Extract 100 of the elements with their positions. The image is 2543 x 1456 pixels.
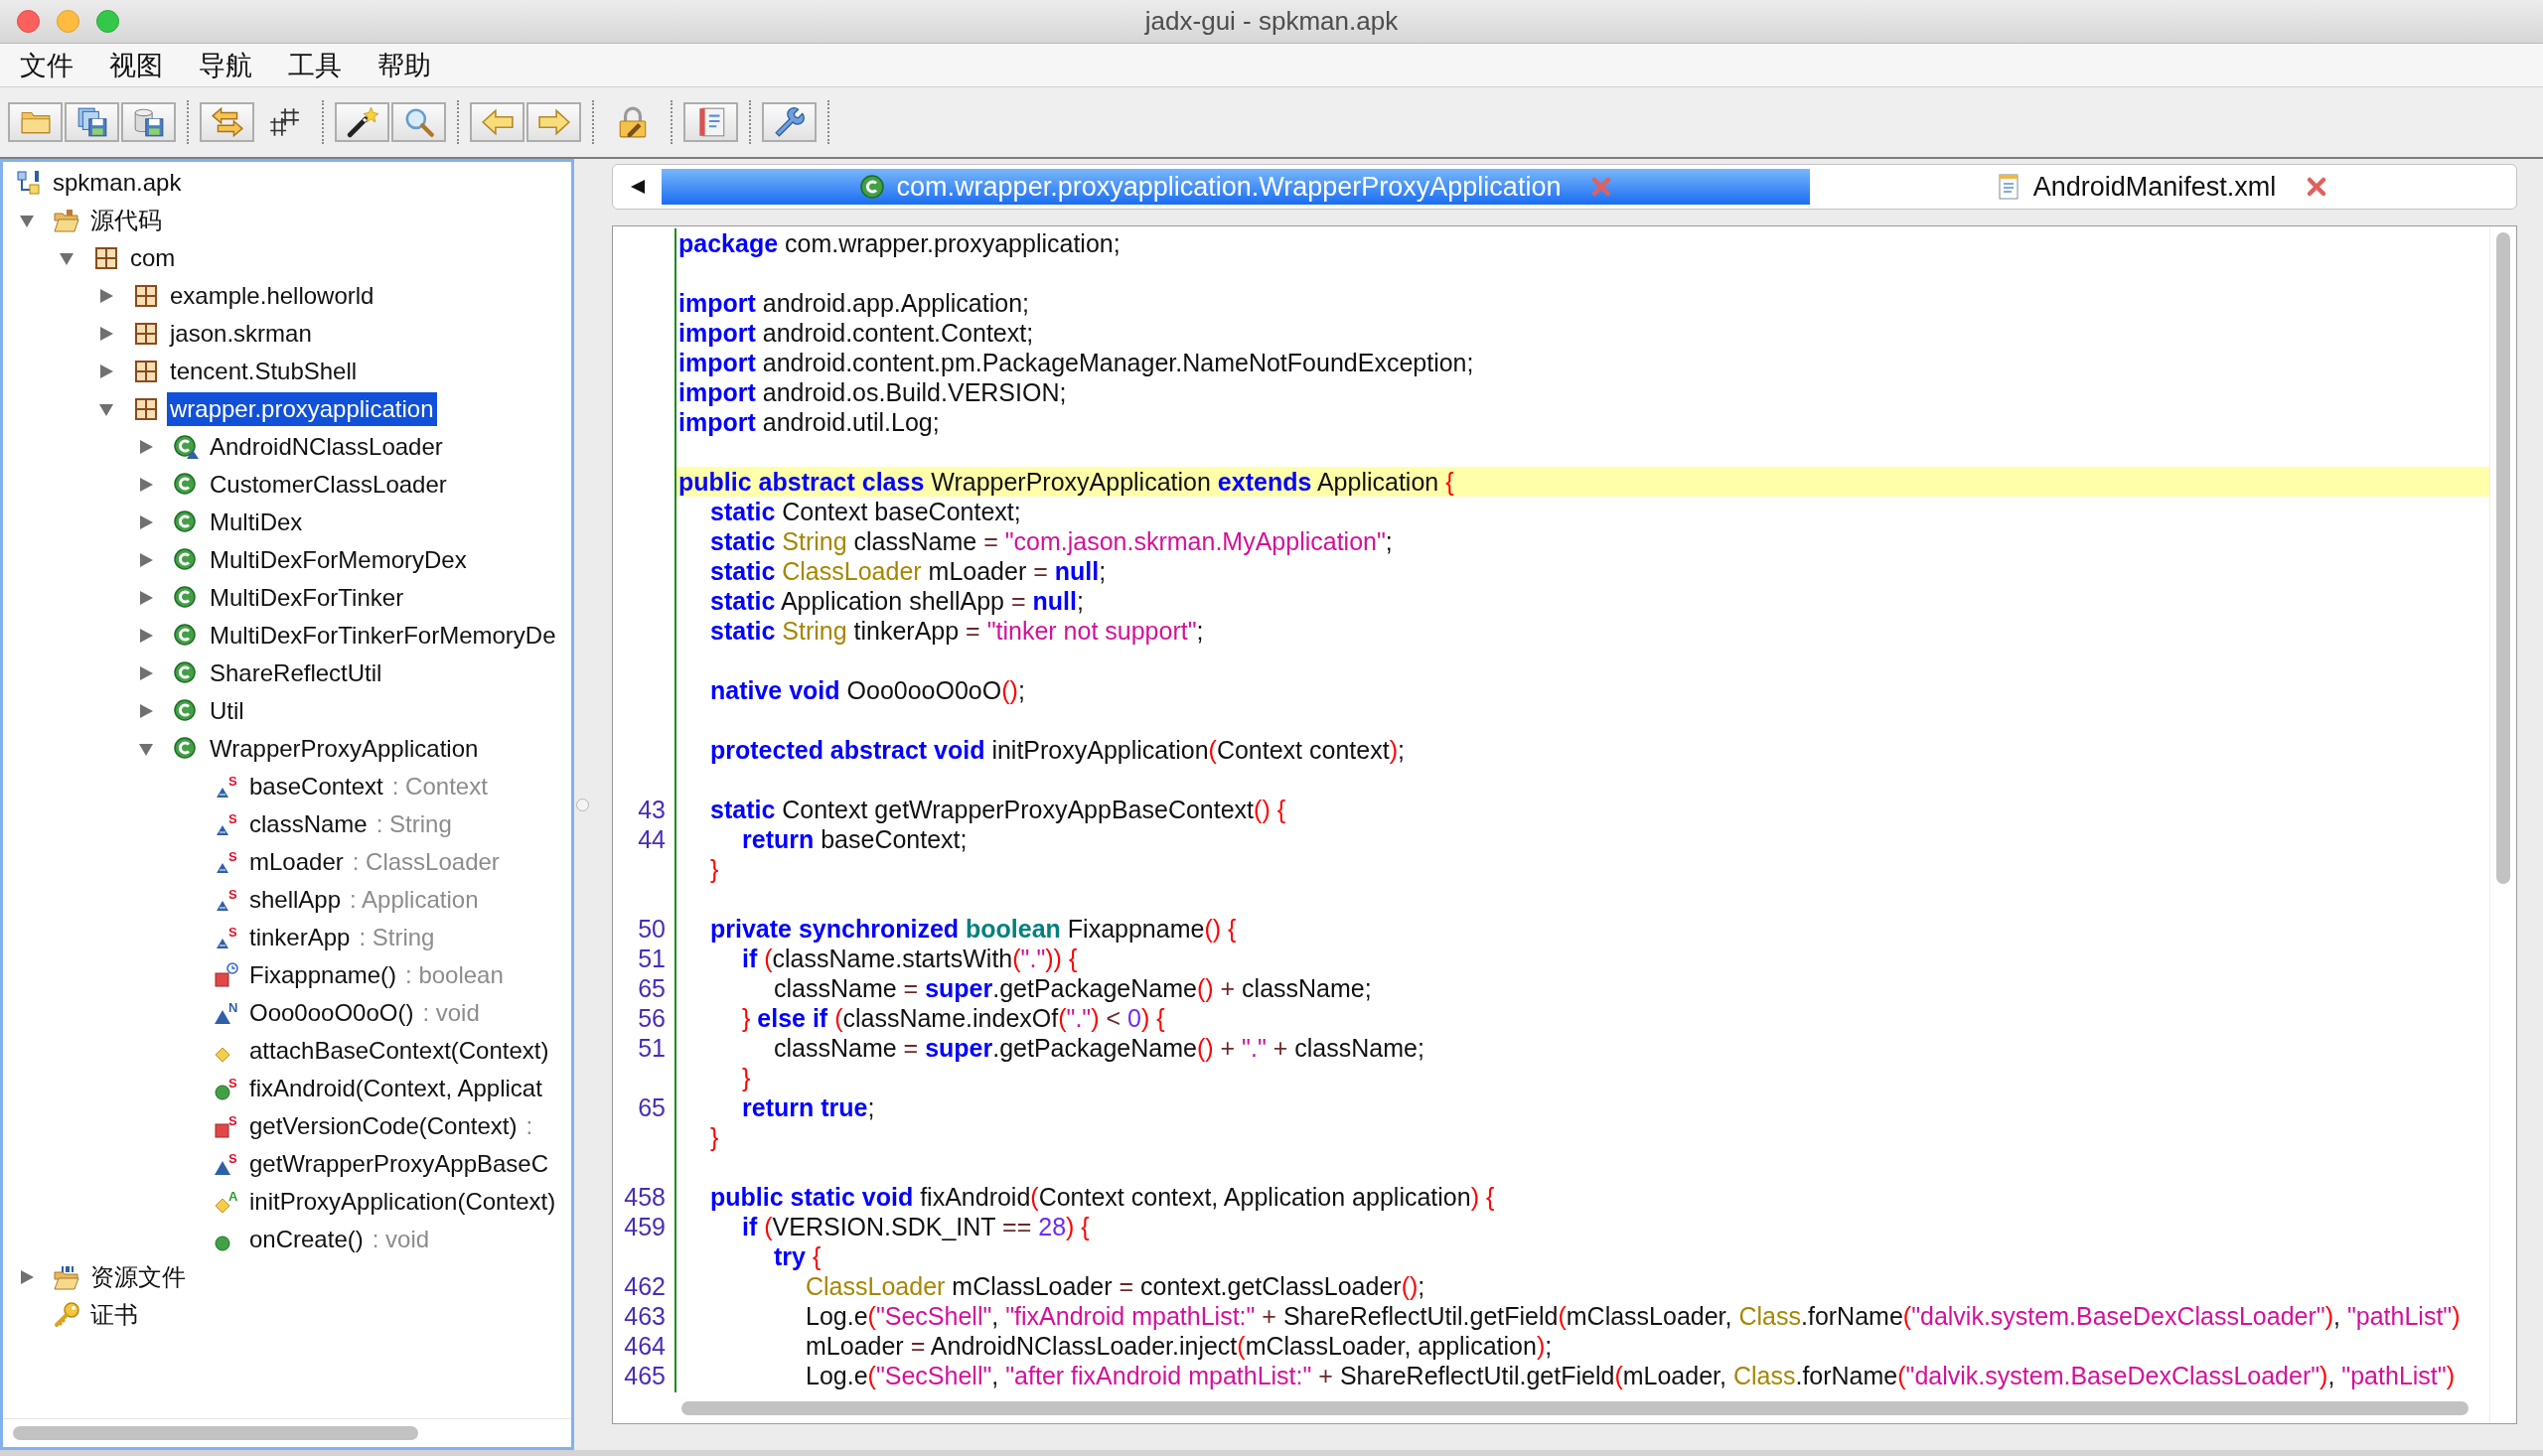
tree-item[interactable]: className <box>246 807 371 841</box>
tree-item[interactable]: attachBaseContext(Context) <box>246 1034 552 1068</box>
tree-item[interactable]: MultiDexForMemoryDex <box>207 543 470 577</box>
tree-item[interactable]: MultiDex <box>207 506 306 539</box>
disclosure-triangle-icon[interactable] <box>138 628 154 644</box>
class-icon <box>173 660 199 686</box>
class-icon <box>173 434 199 460</box>
menu-item[interactable]: 文件 <box>2 44 91 86</box>
tree-item[interactable]: CustomerClassLoader <box>207 468 450 502</box>
tree-item[interactable]: example.helloworld <box>167 279 377 313</box>
window-close-button[interactable] <box>17 10 40 33</box>
tree-item[interactable]: onCreate() <box>246 1223 367 1256</box>
tree-item[interactable]: Ooo0ooO0oO() <box>246 996 417 1030</box>
class-icon <box>173 510 199 535</box>
tree-item[interactable]: jason.skrman <box>167 317 315 351</box>
line-number: 65 <box>638 1093 666 1121</box>
tree-item[interactable]: tinkerApp <box>246 921 354 954</box>
tree-item[interactable]: baseContext <box>246 770 386 803</box>
package-icon <box>93 245 119 271</box>
code-line: Log.e("SecShell", "fixAndroid mpathList:" + ShareReflectUtil.getField(mClassLoader, Class.forName("dalvik.system.BaseDexClassLoader"), "pathList") <box>806 1302 2461 1330</box>
tree-item[interactable]: WrapperProxyApplication <box>207 732 482 766</box>
disclosure-triangle-icon[interactable] <box>138 703 154 719</box>
tree-item[interactable]: Fixappname() <box>246 958 400 992</box>
tree-item[interactable]: 资源文件 <box>87 1260 189 1294</box>
tree-item[interactable]: com <box>127 241 179 275</box>
tree-item[interactable]: 源代码 <box>87 204 165 237</box>
class-icon <box>173 698 199 724</box>
disclosure-triangle-icon[interactable] <box>138 741 154 757</box>
disclosure-triangle-icon[interactable] <box>59 250 75 266</box>
disclosure-triangle-icon[interactable] <box>98 326 114 342</box>
disclosure-triangle-icon[interactable] <box>19 1269 35 1285</box>
line-number: 56 <box>638 1004 666 1032</box>
tree-item-type: : <box>525 1112 533 1140</box>
disclosure-triangle-icon[interactable] <box>138 514 154 530</box>
close-icon[interactable] <box>2306 176 2328 198</box>
tree-item[interactable]: MultiDexForTinker <box>207 581 407 615</box>
tree-item[interactable]: ShareReflectUtil <box>207 656 385 690</box>
menu-item[interactable]: 帮助 <box>360 44 449 86</box>
disclosure-triangle-icon[interactable] <box>138 552 154 568</box>
code-line: className = super.getPackageName() + className; <box>774 974 1372 1002</box>
tree-item[interactable]: shellApp <box>246 883 345 917</box>
tree-item[interactable]: spkman.apk <box>50 166 185 200</box>
package-icon <box>133 283 159 309</box>
disclosure-triangle-icon[interactable] <box>98 288 114 304</box>
class-icon <box>173 472 199 498</box>
scrollbar-thumb[interactable] <box>681 1400 2468 1415</box>
key-icon <box>54 1302 79 1328</box>
editor-tab[interactable]: AndroidManifest.xml <box>1810 169 2513 205</box>
disclosure-triangle-icon[interactable] <box>138 439 154 455</box>
line-number: 51 <box>638 945 666 972</box>
tree-item[interactable]: getWrapperProxyAppBaseC <box>246 1147 552 1181</box>
tree-item-type: : Context <box>391 773 488 801</box>
triangle-left-icon <box>630 179 646 195</box>
package-icon <box>133 359 159 384</box>
code-line: if (VERSION.SDK_INT == 28) { <box>742 1213 1090 1240</box>
tree-item-type: : String <box>375 810 452 838</box>
disclosure-triangle-icon[interactable] <box>98 401 114 417</box>
code-line: className = super.getPackageName() + "." + className; <box>774 1034 1424 1062</box>
code-line: } else if (className.indexOf(".") < 0) { <box>742 1004 1165 1032</box>
disclosure-triangle-icon[interactable] <box>138 477 154 493</box>
code-line: public static void fixAndroid(Context context, Application application) { <box>710 1183 1495 1211</box>
tree-item[interactable]: initProxyApplication(Context) <box>246 1185 559 1219</box>
class-icon <box>173 736 199 762</box>
splitter-handle[interactable] <box>576 798 589 811</box>
line-number: 464 <box>624 1332 666 1360</box>
method-icon <box>215 1047 230 1063</box>
scrollbar-thumb[interactable] <box>13 1426 418 1440</box>
tree-item[interactable]: mLoader <box>246 845 347 879</box>
toolbar-button[interactable] <box>335 102 389 142</box>
tree-item[interactable]: wrapper.proxyapplication <box>167 392 437 426</box>
scrollbar-thumb[interactable] <box>2496 232 2510 884</box>
code-line: import android.os.Build.VERSION; <box>678 378 1067 406</box>
open-folder-icon <box>54 208 79 233</box>
code-line: static String tinkerApp = "tinker not support"; <box>710 617 1204 645</box>
code-line: try { <box>774 1242 822 1270</box>
open-folder-icon <box>54 1264 79 1290</box>
tree-item[interactable]: fixAndroid(Context, Applicat <box>246 1072 545 1105</box>
method-icon <box>213 962 238 988</box>
code-line: return true; <box>742 1093 875 1121</box>
tree-item[interactable]: AndroidNClassLoader <box>207 430 446 464</box>
disclosure-triangle-icon[interactable] <box>19 213 35 228</box>
menu-item[interactable]: 导航 <box>181 44 270 86</box>
disclosure-triangle-icon[interactable] <box>138 665 154 681</box>
arrow-left-icon <box>480 106 515 138</box>
menu-item[interactable]: 视图 <box>91 44 181 86</box>
method-icon <box>215 1236 230 1251</box>
class-icon <box>858 174 885 200</box>
tree-item[interactable]: Util <box>207 694 247 728</box>
disclosure-triangle-icon[interactable] <box>138 590 154 606</box>
tree-item[interactable]: getVersionCode(Context) <box>246 1109 521 1143</box>
menu-item[interactable]: 工具 <box>270 44 360 86</box>
disclosure-triangle-icon[interactable] <box>98 364 114 379</box>
tree-item-type: : String <box>359 924 435 951</box>
code-line: native void Ooo0ooO0oO(); <box>710 676 1025 704</box>
tree-item[interactable]: tencent.StubShell <box>167 355 361 388</box>
line-number: 459 <box>624 1213 666 1240</box>
tree-item[interactable]: MultiDexForTinkerForMemoryDe <box>207 619 559 653</box>
tree-item[interactable]: 证书 <box>87 1298 141 1332</box>
line-number: 44 <box>638 825 666 853</box>
line-number: 465 <box>624 1362 666 1389</box>
